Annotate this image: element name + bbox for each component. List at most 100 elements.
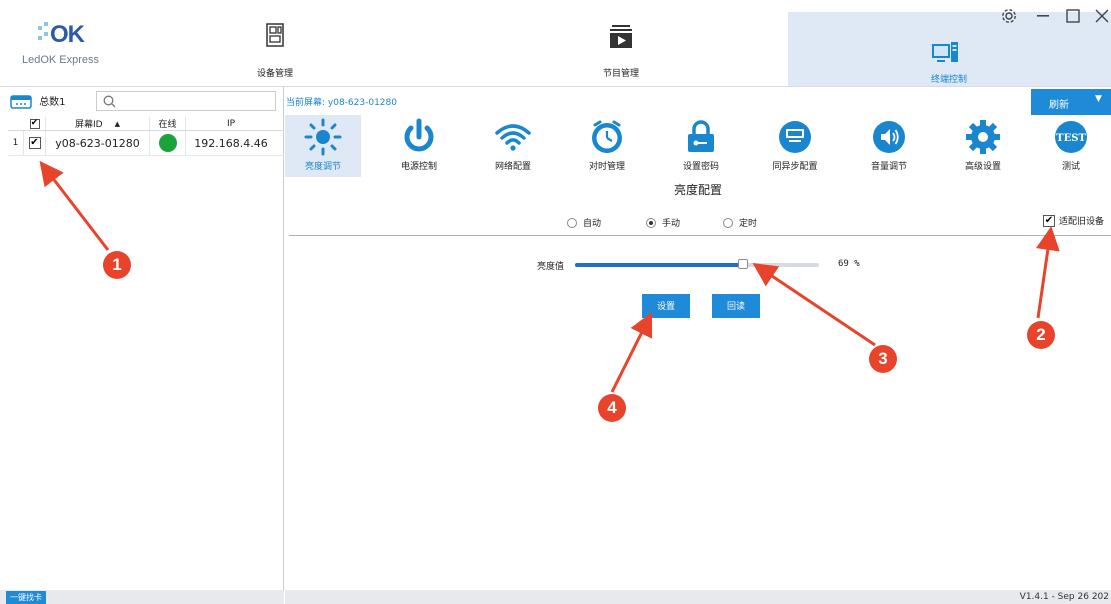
mode-manual-radio[interactable]: 手动 — [646, 216, 680, 229]
tool-brightness[interactable]: 亮度调节 — [285, 115, 361, 177]
nav-program-management[interactable]: 节目管理 — [597, 18, 645, 84]
tool-power[interactable]: 电源控制 — [381, 115, 457, 177]
svg-text:TEST: TEST — [1056, 133, 1086, 144]
nav-device-management[interactable]: 设备管理 — [255, 18, 295, 84]
logo-mark: OK — [36, 20, 102, 55]
brightness-slider[interactable] — [575, 259, 819, 269]
brightness-slider-fill — [575, 263, 744, 267]
tool-advanced-label: 高级设置 — [964, 162, 1001, 172]
status-bar: V1.4.1 - Sep 26 202 — [285, 590, 1111, 604]
nav-terminal-control-label: 终端控制 — [931, 75, 968, 85]
annotation-badge-3: 3 — [869, 345, 897, 373]
svg-text:OK: OK — [50, 21, 86, 48]
mode-auto-radio[interactable]: 自动 — [567, 216, 601, 229]
column-screen-id[interactable]: 屏幕ID ▲ — [46, 117, 150, 130]
app-window: OK LedOK Express 设备管理 节目管理 终端控制 总数1 ✔ 屏幕… — [0, 0, 1111, 604]
close-icon[interactable] — [1094, 8, 1110, 29]
device-management-icon — [266, 23, 284, 47]
maximize-icon[interactable] — [1066, 8, 1080, 29]
device-search-input[interactable] — [96, 91, 276, 111]
app-logo: OK LedOK Express — [20, 18, 130, 70]
device-list-panel: 总数1 ✔ 屏幕ID ▲ 在线 IP 1 ✔ y08-623-01280 192… — [0, 87, 284, 604]
tool-sync-mode[interactable]: 同异步配置 — [757, 115, 833, 177]
volume-icon — [873, 121, 905, 153]
terminal-control-icon — [932, 42, 958, 62]
table-row[interactable]: 1 ✔ y08-623-01280 192.168.4.46 — [8, 131, 284, 156]
settings-icon[interactable] — [1001, 8, 1017, 29]
brightness-slider-thumb[interactable] — [738, 259, 749, 269]
row-checkbox[interactable]: ✔ — [24, 131, 46, 155]
refresh-button[interactable]: 刷新 ▼ — [1031, 89, 1111, 115]
search-icon — [103, 95, 116, 108]
row-screen-id: y08-623-01280 — [46, 131, 150, 155]
readback-button[interactable]: 回读 — [712, 294, 760, 318]
brightness-label: 亮度值 — [537, 262, 565, 272]
mode-scheduled-label: 定时 — [739, 219, 758, 229]
tool-brightness-label: 亮度调节 — [304, 162, 341, 172]
device-count-icon — [10, 95, 32, 109]
column-online[interactable]: 在线 — [150, 117, 186, 130]
brightness-value: 69 % — [838, 259, 860, 269]
nav-program-management-label: 节目管理 — [602, 69, 639, 79]
tool-time-sync[interactable]: 对时管理 — [569, 115, 645, 177]
control-toolbar: 亮度调节 电源控制 网络配置 对时管理 设置密码 同异步配置 音量调节 高级设置… — [285, 115, 1111, 177]
mode-manual-label: 手动 — [662, 219, 681, 229]
tool-password-label: 设置密码 — [682, 162, 719, 172]
tool-volume-label: 音量调节 — [870, 162, 907, 172]
tool-volume[interactable]: 音量调节 — [851, 115, 927, 177]
wifi-icon — [495, 124, 531, 151]
tool-network[interactable]: 网络配置 — [475, 115, 551, 177]
mode-auto-label: 自动 — [583, 219, 602, 229]
tool-test-label: 测试 — [1061, 162, 1080, 172]
annotation-badge-2: 2 — [1027, 321, 1055, 349]
device-table: ✔ 屏幕ID ▲ 在线 IP 1 ✔ y08-623-01280 192.168… — [8, 117, 284, 156]
test-icon: TEST — [1055, 121, 1087, 153]
version-label: V1.4.1 - Sep 26 202 — [1019, 592, 1109, 602]
minimize-icon[interactable] — [1036, 4, 1050, 29]
brightness-icon — [304, 118, 342, 156]
sort-asc-icon: ▲ — [114, 119, 120, 128]
find-card-button[interactable]: 一键找卡 — [6, 591, 46, 604]
row-ip: 192.168.4.46 — [194, 136, 268, 150]
power-icon — [404, 118, 434, 152]
left-footer: 一键找卡 — [0, 590, 284, 604]
tool-password[interactable]: 设置密码 — [663, 115, 739, 177]
tool-network-label: 网络配置 — [494, 162, 531, 172]
online-status — [150, 131, 186, 155]
annotation-badge-1: 1 — [103, 251, 131, 279]
divider — [289, 235, 1111, 236]
sync-icon — [779, 121, 811, 153]
terminal-control-panel: 当前屏幕: y08-623-01280 刷新 ▼ 亮度调节 电源控制 网络配置 … — [285, 87, 1111, 604]
gear-icon — [966, 120, 1000, 154]
lock-icon — [688, 120, 714, 152]
tool-time-sync-label: 对时管理 — [588, 162, 625, 172]
column-ip[interactable]: IP — [186, 117, 276, 130]
mode-scheduled-radio[interactable]: 定时 — [723, 216, 757, 229]
row-index: 1 — [8, 131, 24, 155]
adapt-old-device-checkbox[interactable]: ✔ 适配旧设备 — [1043, 214, 1104, 227]
tool-advanced[interactable]: 高级设置 — [945, 115, 1021, 177]
set-button[interactable]: 设置 — [642, 294, 690, 318]
select-all-checkbox[interactable]: ✔ — [24, 117, 46, 130]
chevron-down-icon[interactable]: ▼ — [1095, 94, 1102, 104]
online-dot-icon — [158, 134, 177, 152]
tool-test[interactable]: TEST 测试 — [1033, 115, 1109, 177]
brightness-mode-group: 自动 手动 定时 ✔ 适配旧设备 — [285, 213, 1111, 231]
section-title: 亮度配置 — [673, 183, 722, 197]
brightness-row: 亮度值 69 % — [285, 257, 1111, 273]
nav-terminal-control[interactable]: 终端控制 — [788, 12, 1111, 86]
device-list-toolbar: 总数1 — [0, 87, 284, 115]
device-total: 总数1 — [10, 93, 66, 109]
refresh-label: 刷新 — [1049, 100, 1069, 111]
device-table-header: ✔ 屏幕ID ▲ 在线 IP — [8, 117, 284, 131]
program-management-icon — [610, 25, 632, 48]
nav-device-management-label: 设备管理 — [256, 69, 293, 79]
tool-sync-mode-label: 同异步配置 — [772, 162, 818, 172]
device-total-label: 总数1 — [39, 97, 66, 108]
tool-power-label: 电源控制 — [400, 162, 437, 172]
logo-subtitle: LedOK Express — [22, 54, 100, 66]
current-screen-label: 当前屏幕: y08-623-01280 — [286, 98, 397, 108]
clock-icon — [592, 120, 622, 153]
top-nav-bar: OK LedOK Express 设备管理 节目管理 终端控制 — [0, 0, 1111, 87]
adapt-old-device-label: 适配旧设备 — [1059, 217, 1105, 227]
